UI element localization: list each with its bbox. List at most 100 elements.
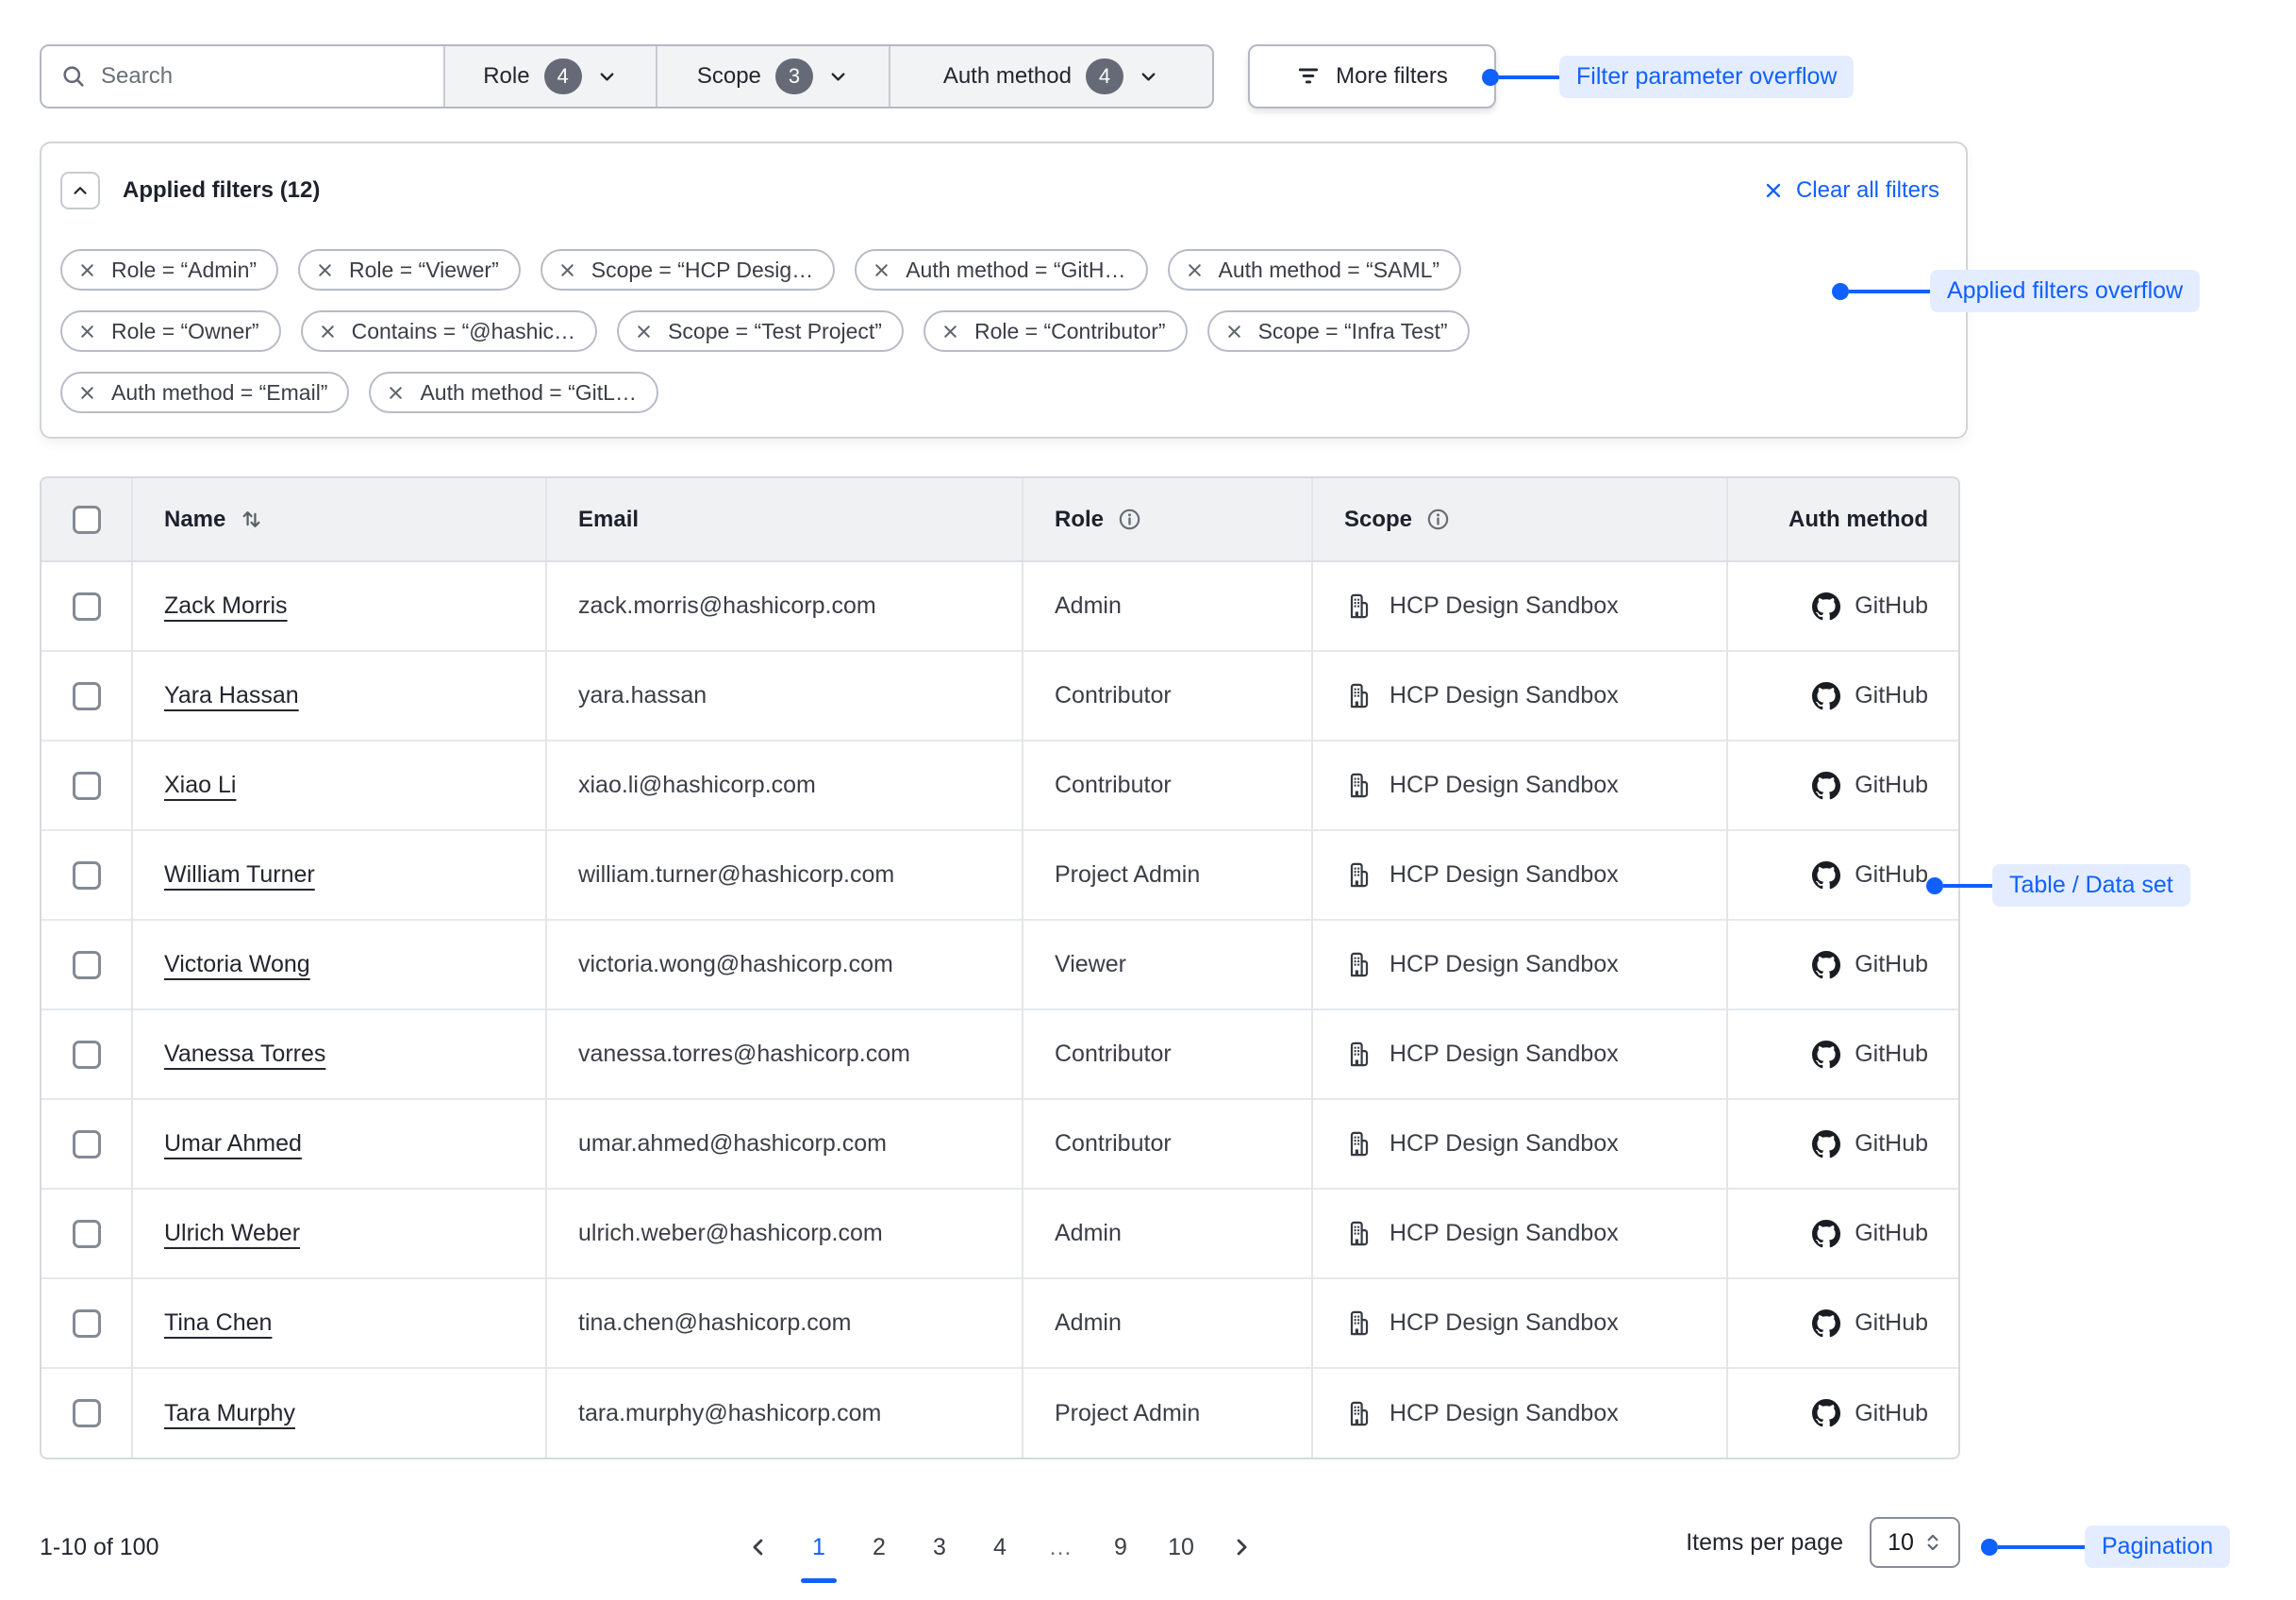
user-name-link[interactable]: William Turner — [164, 861, 315, 888]
user-name-link[interactable]: Tina Chen — [164, 1309, 272, 1336]
table-row: Victoria Wongvictoria.wong@hashicorp.com… — [42, 920, 1958, 1009]
filter-chip[interactable]: Auth method = “GitL… — [369, 372, 657, 413]
scope-cell: HCP Design Sandbox — [1312, 1099, 1727, 1189]
role-cell: Admin — [1023, 1189, 1312, 1278]
page-button[interactable]: 2 — [858, 1528, 900, 1583]
page-button[interactable]: 3 — [919, 1528, 960, 1583]
filter-chip[interactable]: Scope = “Test Project” — [617, 310, 904, 352]
row-checkbox[interactable] — [73, 861, 101, 890]
filter-chip[interactable]: Scope = “HCP Desig… — [541, 249, 835, 291]
current-page-indicator — [1163, 1578, 1199, 1583]
dismiss-icon[interactable] — [557, 260, 577, 280]
name-cell: Tara Murphy — [132, 1368, 546, 1458]
scope-filter-dropdown[interactable]: Scope 3 — [656, 46, 889, 107]
filter-chip[interactable]: Contains = “@hashic… — [301, 310, 597, 352]
role-cell: Project Admin — [1023, 830, 1312, 920]
page-button[interactable]: 9 — [1100, 1528, 1141, 1583]
chevron-down-icon — [827, 66, 849, 88]
current-page-indicator — [982, 1578, 1018, 1583]
more-filters-button[interactable]: More filters — [1248, 44, 1496, 108]
dismiss-icon[interactable] — [77, 322, 97, 342]
row-checkbox[interactable] — [73, 1220, 101, 1248]
auth-method-filter-dropdown[interactable]: Auth method 4 — [889, 46, 1212, 107]
row-checkbox[interactable] — [73, 592, 101, 621]
role-cell: Contributor — [1023, 1099, 1312, 1189]
search-input[interactable] — [101, 63, 424, 90]
org-icon — [1344, 950, 1373, 979]
dismiss-icon[interactable] — [634, 322, 654, 342]
role-filter-dropdown[interactable]: Role 4 — [443, 46, 656, 107]
row-checkbox[interactable] — [73, 772, 101, 800]
table-row: William Turnerwilliam.turner@hashicorp.c… — [42, 830, 1958, 920]
chevron-down-icon — [596, 66, 618, 88]
email-cell: ulrich.weber@hashicorp.com — [546, 1189, 1023, 1278]
collapse-panel-button[interactable] — [60, 172, 100, 209]
annotation-label: Applied filters overflow — [1930, 270, 2200, 312]
clear-all-filters-button[interactable]: Clear all filters — [1762, 177, 1939, 204]
annotation-line — [1849, 290, 1930, 293]
select-all-checkbox[interactable] — [73, 506, 101, 534]
user-name-link[interactable]: Yara Hassan — [164, 682, 299, 708]
scope-cell: HCP Design Sandbox — [1312, 920, 1727, 1009]
filter-chip[interactable]: Role = “Owner” — [60, 310, 281, 352]
users-table: Name Email Role Scope — [40, 476, 1960, 1459]
github-icon — [1812, 1399, 1840, 1427]
column-header-name[interactable]: Name — [132, 478, 546, 561]
dismiss-icon[interactable] — [940, 322, 960, 342]
dismiss-icon[interactable] — [1224, 322, 1244, 342]
dismiss-icon[interactable] — [318, 322, 338, 342]
dismiss-icon[interactable] — [1185, 260, 1205, 280]
filter-chip[interactable]: Auth method = “Email” — [60, 372, 349, 413]
filter-chip[interactable]: Role = “Viewer” — [298, 249, 521, 291]
dismiss-icon[interactable] — [872, 260, 891, 280]
info-icon[interactable] — [1117, 507, 1142, 532]
org-icon — [1344, 1219, 1373, 1248]
user-name-link[interactable]: Umar Ahmed — [164, 1130, 302, 1157]
row-checkbox[interactable] — [73, 951, 101, 979]
org-icon — [1344, 1308, 1373, 1338]
x-icon — [1762, 179, 1785, 202]
dismiss-icon[interactable] — [386, 383, 406, 403]
scope-cell: HCP Design Sandbox — [1312, 741, 1727, 830]
dismiss-icon[interactable] — [77, 260, 97, 280]
info-icon[interactable] — [1425, 507, 1451, 532]
user-name-link[interactable]: Vanessa Torres — [164, 1041, 325, 1067]
role-filter-label: Role — [483, 63, 529, 90]
current-page-indicator — [1103, 1578, 1139, 1583]
dismiss-icon[interactable] — [77, 383, 97, 403]
user-name-link[interactable]: Zack Morris — [164, 592, 288, 619]
user-name-link[interactable]: Ulrich Weber — [164, 1220, 300, 1246]
next-page-button[interactable] — [1221, 1528, 1262, 1566]
row-checkbox[interactable] — [73, 682, 101, 710]
page-button[interactable]: 1 — [798, 1528, 840, 1583]
row-checkbox[interactable] — [73, 1041, 101, 1069]
filter-chip-label: Scope = “Infra Test” — [1258, 319, 1448, 344]
user-name-link[interactable]: Victoria Wong — [164, 951, 310, 977]
org-icon — [1344, 592, 1373, 621]
scope-cell: HCP Design Sandbox — [1312, 830, 1727, 920]
filter-chip[interactable]: Role = “Admin” — [60, 249, 278, 291]
sort-icon[interactable] — [239, 507, 264, 532]
search-field — [42, 46, 443, 107]
table-row: Zack Morriszack.morris@hashicorp.comAdmi… — [42, 561, 1958, 651]
table-row: Vanessa Torresvanessa.torres@hashicorp.c… — [42, 1009, 1958, 1099]
dismiss-icon[interactable] — [315, 260, 335, 280]
user-name-link[interactable]: Xiao Li — [164, 772, 236, 798]
filter-chip-label: Role = “Owner” — [111, 319, 259, 344]
items-per-page-select[interactable]: 10 — [1870, 1517, 1960, 1568]
page-button[interactable]: 10 — [1160, 1528, 1202, 1583]
auth-method-cell: GitHub — [1727, 1099, 1958, 1189]
filter-chip[interactable]: Scope = “Infra Test” — [1207, 310, 1470, 352]
filter-chip[interactable]: Auth method = “SAML” — [1168, 249, 1462, 291]
row-checkbox[interactable] — [73, 1399, 101, 1427]
column-header-auth-method: Auth method — [1727, 478, 1958, 561]
name-cell: Yara Hassan — [132, 651, 546, 741]
role-cell: Admin — [1023, 1278, 1312, 1368]
row-checkbox[interactable] — [73, 1130, 101, 1158]
row-checkbox[interactable] — [73, 1309, 101, 1338]
filter-chip[interactable]: Auth method = “GitH… — [855, 249, 1147, 291]
page-button[interactable]: 4 — [979, 1528, 1021, 1583]
filter-chip[interactable]: Role = “Contributor” — [923, 310, 1188, 352]
user-name-link[interactable]: Tara Murphy — [164, 1400, 295, 1426]
previous-page-button[interactable] — [738, 1528, 779, 1566]
